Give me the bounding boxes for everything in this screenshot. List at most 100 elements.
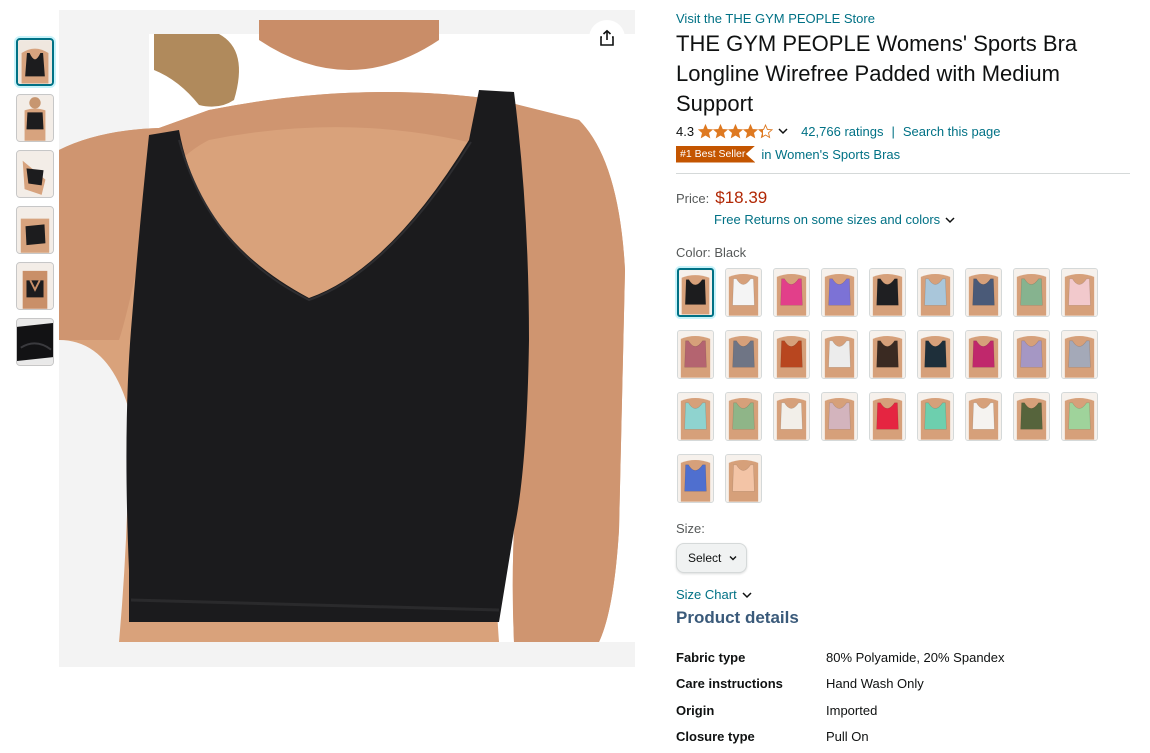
- thumbnail-angle-view[interactable]: [16, 206, 54, 254]
- color-swatch[interactable]: [1061, 268, 1098, 317]
- color-swatch[interactable]: [917, 392, 954, 441]
- swatch-image: [679, 270, 712, 315]
- color-swatch[interactable]: [1013, 392, 1050, 441]
- swatch-image: [918, 269, 953, 316]
- color-swatch[interactable]: [1013, 268, 1050, 317]
- main-product-image[interactable]: [59, 10, 635, 667]
- color-swatch[interactable]: [965, 392, 1002, 441]
- share-icon: [600, 29, 614, 46]
- details-key: Fabric type: [676, 649, 746, 665]
- color-swatch[interactable]: [821, 392, 858, 441]
- best-seller-category-link[interactable]: in Women's Sports Bras: [761, 147, 900, 162]
- details-key: Care instructions: [676, 676, 783, 692]
- color-swatch[interactable]: [677, 330, 714, 379]
- star-icon: [743, 123, 759, 138]
- rating-value: 4.3: [676, 123, 695, 139]
- size-label: Size:: [676, 521, 705, 536]
- product-details-table: Fabric type 80% Polyamide, 20% Spandex C…: [676, 644, 1005, 750]
- price-label: Price:: [676, 191, 710, 206]
- color-swatch[interactable]: [869, 330, 906, 379]
- star-rating[interactable]: [698, 123, 774, 139]
- color-swatch[interactable]: [677, 454, 714, 503]
- thumbnail-front-view[interactable]: [16, 38, 54, 86]
- fabric-detail-thumbnail-image: [17, 319, 53, 365]
- details-key: Origin: [676, 702, 715, 718]
- free-returns-link[interactable]: Free Returns on some sizes and colors: [714, 212, 1131, 227]
- swatch-image: [870, 331, 905, 378]
- swatch-image: [774, 331, 809, 378]
- chevron-down-icon[interactable]: [777, 125, 789, 137]
- angle-view-thumbnail-image: [17, 207, 53, 253]
- swatch-image: [774, 269, 809, 316]
- color-swatch[interactable]: [821, 330, 858, 379]
- chevron-down-icon: [742, 591, 752, 598]
- size-select[interactable]: Select: [676, 543, 747, 573]
- color-swatch[interactable]: [965, 268, 1002, 317]
- front-view-thumbnail-image: [18, 40, 52, 84]
- color-swatch[interactable]: [677, 392, 714, 441]
- free-returns-text: Free Returns on some sizes and colors: [714, 212, 941, 227]
- details-row: Origin Imported: [676, 697, 1005, 724]
- thumbnail-front-full[interactable]: [16, 94, 54, 142]
- swatch-image: [870, 393, 905, 440]
- side-view-thumbnail-image: [17, 151, 53, 197]
- star-icon: [758, 123, 774, 138]
- details-row: Fabric type 80% Polyamide, 20% Spandex: [676, 644, 1005, 671]
- color-swatch[interactable]: [869, 268, 906, 317]
- swatch-image: [1014, 331, 1049, 378]
- color-swatch[interactable]: [965, 330, 1002, 379]
- ratings-count-link[interactable]: 42,766 ratings: [801, 124, 883, 139]
- swatch-image: [1062, 331, 1097, 378]
- details-value: Hand Wash Only: [826, 676, 924, 692]
- color-swatch[interactable]: [917, 268, 954, 317]
- color-swatch[interactable]: [725, 392, 762, 441]
- star-icon: [698, 123, 714, 138]
- color-swatch[interactable]: [917, 330, 954, 379]
- color-swatch[interactable]: [725, 454, 762, 503]
- swatch-image: [870, 269, 905, 316]
- swatch-image: [918, 393, 953, 440]
- front-full-thumbnail-image: [17, 95, 53, 141]
- color-swatch[interactable]: [821, 268, 858, 317]
- swatch-image: [822, 269, 857, 316]
- color-swatch[interactable]: [869, 392, 906, 441]
- section-divider: [676, 173, 1130, 174]
- color-label: Color:: [676, 245, 711, 260]
- swatch-image: [678, 455, 713, 502]
- swatch-image: [678, 331, 713, 378]
- color-swatch[interactable]: [725, 330, 762, 379]
- size-chart-link[interactable]: Size Chart: [676, 587, 1131, 602]
- swatch-image: [966, 269, 1001, 316]
- price-value: $18.39: [715, 188, 768, 207]
- swatch-image: [822, 331, 857, 378]
- thumbnail-side-view[interactable]: [16, 150, 54, 198]
- color-swatch[interactable]: [1013, 330, 1050, 379]
- details-key: Closure type: [676, 729, 755, 745]
- swatch-image: [1062, 269, 1097, 316]
- thumbnail-fabric-detail[interactable]: [16, 318, 54, 366]
- color-swatch[interactable]: [773, 268, 810, 317]
- swatch-image: [726, 455, 761, 502]
- color-swatch[interactable]: [773, 330, 810, 379]
- color-swatch[interactable]: [1061, 330, 1098, 379]
- chevron-down-icon: [945, 216, 955, 223]
- color-swatch[interactable]: [677, 268, 714, 317]
- back-view-thumbnail-image: [17, 263, 53, 309]
- details-value: 80% Polyamide, 20% Spandex: [826, 649, 1005, 665]
- thumbnail-back-view[interactable]: [16, 262, 54, 310]
- swatch-image: [774, 393, 809, 440]
- rating-separator: |: [891, 123, 895, 139]
- share-button[interactable]: [589, 20, 625, 56]
- color-swatch[interactable]: [725, 268, 762, 317]
- store-link[interactable]: Visit the THE GYM PEOPLE Store: [676, 10, 1131, 27]
- color-swatch[interactable]: [1061, 392, 1098, 441]
- details-value: Pull On: [826, 729, 869, 745]
- color-swatch[interactable]: [773, 392, 810, 441]
- product-title: THE GYM PEOPLE Womens' Sports Bra Longli…: [676, 31, 1078, 116]
- star-icon: [728, 123, 744, 138]
- swatch-image: [966, 393, 1001, 440]
- swatch-image: [1062, 393, 1097, 440]
- color-swatch-grid: [677, 268, 1131, 503]
- price-row: Price: $18.39: [676, 188, 1131, 208]
- search-this-page-link[interactable]: Search this page: [903, 124, 1001, 139]
